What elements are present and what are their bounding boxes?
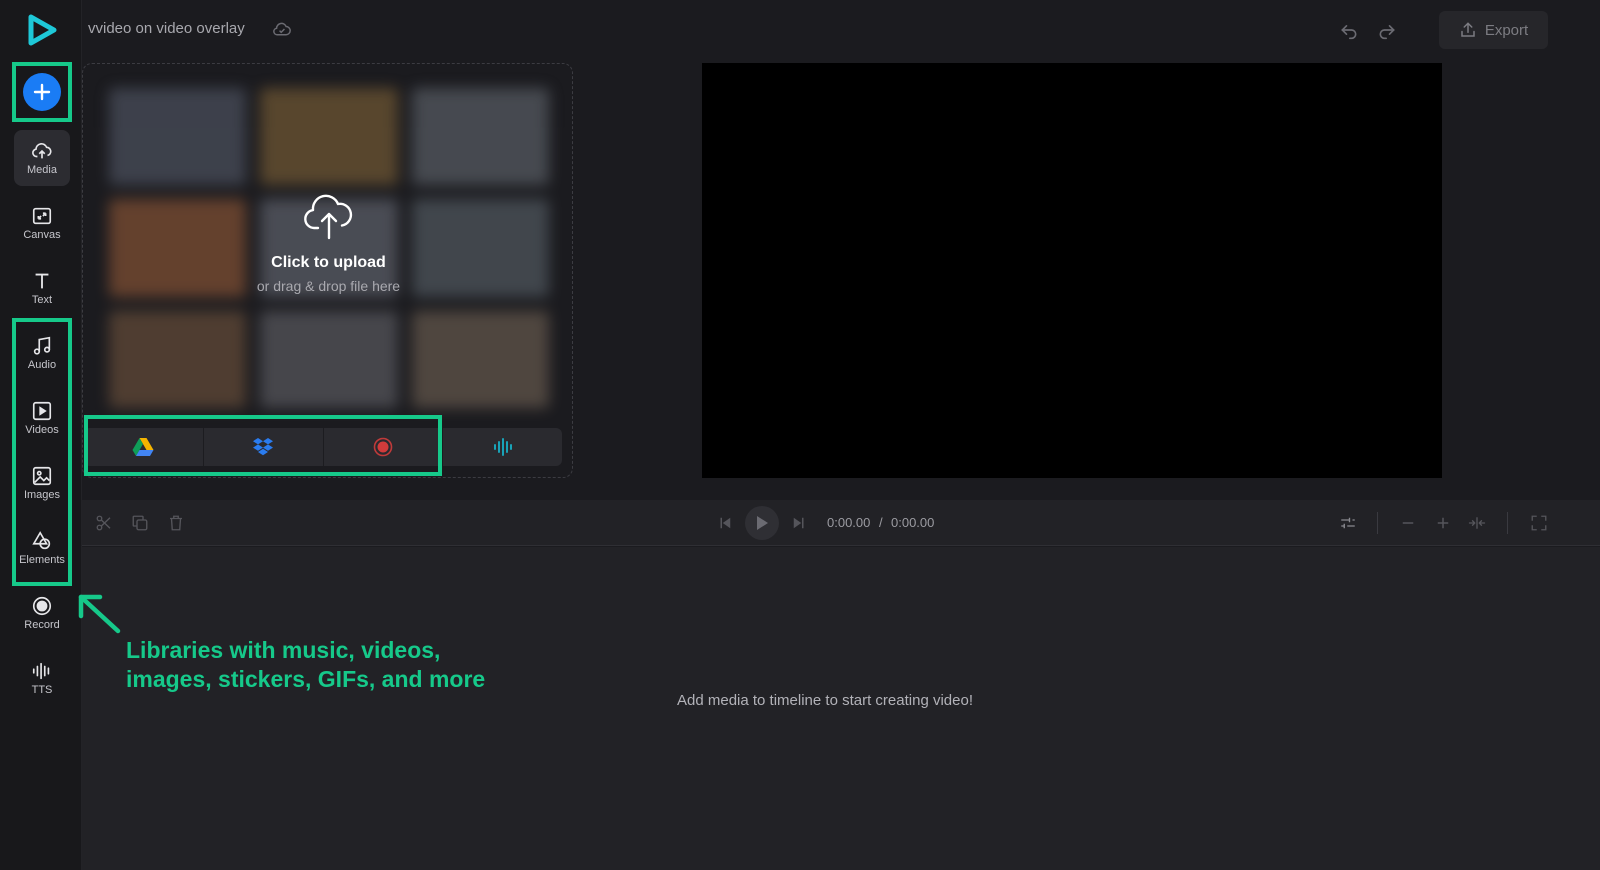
sidebar-item-media[interactable]: Media (14, 130, 70, 186)
adjust-sliders-icon[interactable] (1339, 514, 1357, 532)
sidebar-item-record[interactable]: Record (14, 585, 70, 641)
shapes-icon (32, 531, 51, 550)
total-time: 0:00.00 (891, 515, 935, 530)
annotation-text: Libraries with music, videos, images, st… (126, 636, 546, 694)
record-icon (32, 596, 52, 616)
timeline-empty-message: Add media to timeline to start creating … (677, 692, 973, 709)
zoom-out-icon[interactable] (1399, 514, 1417, 532)
divider (1507, 512, 1508, 534)
sidebar-item-label: TTS (31, 684, 53, 696)
export-label: Export (1484, 21, 1529, 39)
sidebar-item-videos[interactable]: Videos (14, 390, 70, 446)
text-icon (35, 273, 49, 289)
cloud-saved-icon (273, 22, 291, 36)
sidebar-item-label: Record (24, 619, 60, 631)
image-icon (32, 466, 52, 486)
sidebar-item-elements[interactable]: Elements (14, 520, 70, 576)
add-media-highlight (12, 62, 72, 122)
waveform-icon (32, 662, 50, 680)
app-logo-icon[interactable] (26, 14, 58, 46)
sidebar-item-label: Videos (25, 424, 59, 436)
redo-icon[interactable] (1377, 20, 1397, 40)
sidebar-item-label: Audio (27, 359, 57, 371)
play-button[interactable] (745, 506, 779, 540)
left-sidebar: Media Canvas Text Audio Videos Images El… (0, 0, 82, 870)
cloud-upload-icon (32, 143, 52, 159)
skip-forward-icon[interactable] (790, 514, 808, 532)
canvas-icon (32, 207, 52, 225)
scissors-icon[interactable] (95, 514, 113, 532)
annotation-line-2: images, stickers, GIFs, and more (126, 666, 486, 692)
timeline-toolbar: 0:00.00 / 0:00.00 (82, 500, 1600, 546)
export-icon (1461, 22, 1475, 37)
sidebar-item-label: Media (27, 164, 57, 176)
upload-prompt[interactable]: Click to upload or drag & drop file here (83, 192, 572, 294)
sidebar-item-text[interactable]: Text (14, 260, 70, 316)
tts-button[interactable] (443, 428, 562, 466)
waveform-icon (493, 438, 512, 456)
sidebar-item-label: Elements (19, 554, 65, 566)
sidebar-item-label: Text (31, 294, 53, 306)
sidebar-item-label: Canvas (23, 229, 61, 241)
undo-icon[interactable] (1339, 20, 1359, 40)
skip-back-icon[interactable] (716, 514, 734, 532)
plus-icon (33, 83, 51, 101)
cloud-upload-icon (303, 194, 352, 240)
sidebar-item-label: Images (23, 489, 61, 501)
upload-subtitle: or drag & drop file here (256, 278, 401, 294)
video-icon (32, 401, 52, 421)
fullscreen-icon[interactable] (1530, 514, 1548, 532)
sidebar-item-tts[interactable]: TTS (14, 650, 70, 706)
trash-icon[interactable] (167, 514, 185, 532)
annotation-arrow-icon (78, 594, 121, 634)
music-note-icon (33, 336, 51, 355)
sidebar-item-audio[interactable]: Audio (14, 325, 70, 381)
add-button[interactable] (23, 73, 61, 111)
upload-sources-highlight (84, 415, 442, 476)
play-icon (757, 516, 768, 530)
export-button[interactable]: Export (1439, 11, 1548, 49)
upload-title: Click to upload (271, 254, 386, 271)
current-time: 0:00.00 (827, 515, 871, 530)
annotation-line-1: Libraries with music, videos, (126, 637, 441, 663)
duplicate-icon[interactable] (131, 514, 149, 532)
sidebar-item-canvas[interactable]: Canvas (14, 195, 70, 251)
time-separator: / (879, 515, 883, 530)
divider (1377, 512, 1378, 534)
project-title[interactable]: vvideo on video overlay (88, 20, 245, 37)
timeline-area[interactable]: Add media to timeline to start creating … (82, 547, 1600, 870)
video-preview[interactable] (702, 63, 1442, 478)
fit-timeline-icon[interactable] (1468, 514, 1486, 532)
zoom-in-icon[interactable] (1434, 514, 1452, 532)
sidebar-item-images[interactable]: Images (14, 455, 70, 511)
